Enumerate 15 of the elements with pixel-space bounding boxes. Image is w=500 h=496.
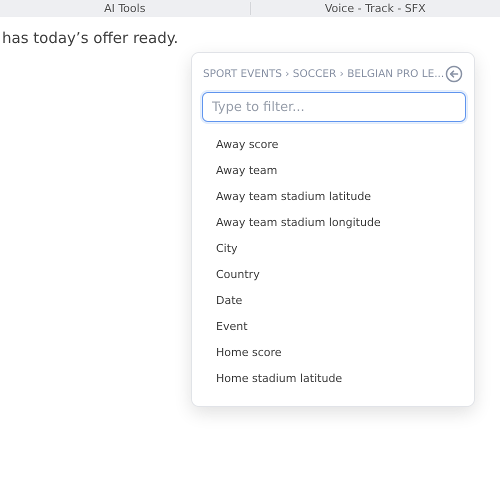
tab[interactable]: AI Tools xyxy=(104,2,146,15)
tab[interactable]: Voice - Track - SFX xyxy=(324,2,426,15)
message-text: has today’s offer ready. xyxy=(2,29,178,47)
list-item[interactable]: Country xyxy=(216,268,260,282)
list-item[interactable]: Event xyxy=(216,320,248,334)
list-item[interactable]: Away score xyxy=(216,138,278,152)
back-icon[interactable] xyxy=(445,65,463,83)
filter-field[interactable]: Type to filter... xyxy=(202,92,466,122)
list-item[interactable]: Home score xyxy=(216,346,282,360)
list-item[interactable]: Away team xyxy=(216,164,278,178)
list-item[interactable]: Home stadium latitude xyxy=(216,372,342,386)
list-item[interactable]: City xyxy=(216,242,238,256)
list-item[interactable]: Away team stadium latitude xyxy=(216,190,372,204)
list-item[interactable]: Away team stadium longitude xyxy=(216,216,381,230)
list-item[interactable]: Date xyxy=(216,294,242,308)
